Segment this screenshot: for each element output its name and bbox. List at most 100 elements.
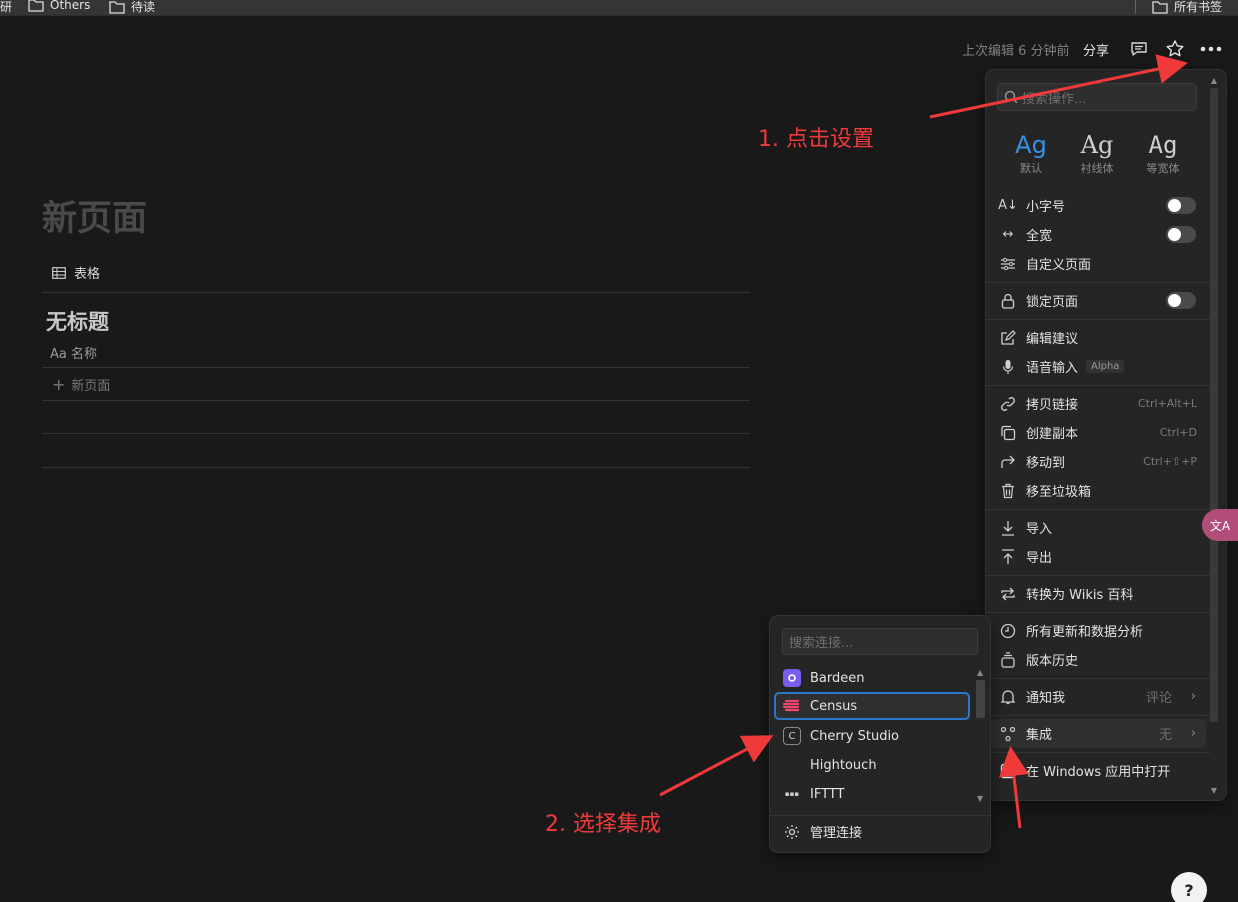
divider: [42, 367, 750, 368]
move-to-item[interactable]: 移动到 Ctrl+⇧+P: [986, 447, 1210, 476]
notion-logo-icon: [998, 761, 1018, 781]
page-title[interactable]: 新页面: [42, 190, 147, 241]
export-item[interactable]: 导出: [986, 542, 1210, 571]
chevron-right-icon: ›: [1190, 689, 1196, 704]
menu-divider: [986, 715, 1210, 716]
notify-me-item[interactable]: 通知我 评论 ›: [986, 682, 1210, 711]
upload-icon: [998, 547, 1018, 567]
lock-page-item[interactable]: 锁定页面: [986, 286, 1210, 315]
more-options-icon[interactable]: [1200, 38, 1222, 60]
small-text-item[interactable]: A↓ 小字号: [986, 191, 1210, 220]
table-view-tab[interactable]: 表格: [52, 263, 100, 282]
page-actions-menu: 搜索操作... Ag 默认 Ag 衬线体 Ag 等宽体 A↓ 小字号 ↔ 全宽 …: [986, 70, 1226, 800]
download-icon: [998, 518, 1018, 538]
connections-icon: [998, 724, 1018, 744]
menu-divider: [986, 385, 1210, 386]
history-stack-icon: [998, 650, 1018, 670]
link-icon: [998, 394, 1018, 414]
connection-item-census[interactable]: Census: [774, 692, 970, 720]
submenu-scrollbar[interactable]: [976, 680, 985, 718]
redirect-arrow-icon: [998, 452, 1018, 472]
bookmark-partial[interactable]: 研: [0, 0, 12, 15]
font-size-icon: A↓: [998, 198, 1018, 213]
menu-divider: [986, 678, 1210, 679]
connection-item-ifttt[interactable]: ▪▪▪ IFTTT: [774, 780, 970, 808]
lock-icon: [998, 291, 1018, 311]
cherry-studio-logo-icon: C: [783, 727, 801, 745]
updates-analytics-item[interactable]: 所有更新和数据分析: [986, 616, 1210, 645]
submenu-divider: [770, 815, 990, 816]
full-width-item[interactable]: ↔ 全宽: [986, 220, 1210, 249]
small-text-toggle[interactable]: [1166, 197, 1196, 214]
copy-link-item[interactable]: 拷贝链接 Ctrl+Alt+L: [986, 389, 1210, 418]
menu-divider: [986, 752, 1210, 753]
folder-icon: [109, 0, 125, 14]
bell-icon: [998, 687, 1018, 707]
convert-icon: [998, 584, 1018, 604]
folder-icon: [1152, 0, 1168, 14]
ifttt-logo-icon: ▪▪▪: [784, 790, 800, 798]
full-width-toggle[interactable]: [1166, 226, 1196, 243]
last-edited-label: 上次编辑 6 分钟前: [962, 44, 1070, 59]
hightouch-logo-icon: [783, 756, 801, 774]
divider: [42, 467, 750, 468]
bookmark-folder-others[interactable]: Others: [28, 0, 90, 12]
import-item[interactable]: 导入: [986, 513, 1210, 542]
folder-icon: [28, 0, 44, 12]
database-title[interactable]: 无标题: [46, 306, 109, 336]
font-mono-option[interactable]: Ag 等宽体: [1133, 130, 1193, 176]
chevron-right-icon: ›: [1190, 726, 1196, 741]
translate-icon[interactable]: 文A: [1202, 509, 1238, 541]
trash-icon: [998, 481, 1018, 501]
bookmark-folder-toread[interactable]: 待读: [109, 0, 155, 15]
census-logo-icon: [783, 697, 801, 715]
connections-item[interactable]: 集成 无 ›: [990, 719, 1206, 748]
duplicate-item[interactable]: 创建副本 Ctrl+D: [986, 418, 1210, 447]
menu-divider: [986, 319, 1210, 320]
new-page-row[interactable]: + 新页面: [52, 375, 110, 394]
divider: [42, 433, 750, 434]
customize-page-item[interactable]: 自定义页面: [986, 249, 1210, 278]
bardeen-logo-icon: [783, 669, 801, 687]
divider: [42, 292, 750, 293]
sliders-icon: [998, 254, 1018, 274]
scroll-down-icon[interactable]: ▼: [1211, 786, 1217, 795]
help-icon[interactable]: ?: [1171, 872, 1207, 902]
share-button[interactable]: 分享: [1083, 40, 1109, 59]
convert-to-wiki-item[interactable]: 转换为 Wikis 百科: [986, 579, 1210, 608]
connections-search-input[interactable]: 搜索连接...: [782, 628, 978, 655]
scroll-up-icon[interactable]: ▲: [977, 668, 983, 677]
voice-input-item[interactable]: 语音输入 Alpha: [986, 352, 1210, 381]
menu-search-input[interactable]: 搜索操作...: [997, 83, 1197, 111]
search-icon: [1004, 90, 1018, 104]
bookmarks-bar: 研 Others 待读 所有书签: [0, 0, 1238, 16]
arrows-horizontal-icon: ↔: [1002, 227, 1014, 242]
menu-scrollbar[interactable]: [1210, 88, 1218, 722]
microphone-icon: [998, 357, 1018, 377]
menu-divider: [986, 575, 1210, 576]
connection-item-bardeen[interactable]: Bardeen: [774, 664, 970, 692]
manage-connections-button[interactable]: 管理连接: [784, 822, 862, 841]
plus-icon: +: [52, 375, 66, 394]
bookmark-folder-all[interactable]: 所有书签: [1152, 0, 1222, 15]
comments-icon[interactable]: [1128, 38, 1150, 60]
suggest-edits-item[interactable]: 编辑建议: [986, 323, 1210, 352]
annotation-step2: 2. 选择集成: [545, 812, 661, 837]
edit-icon: [998, 328, 1018, 348]
font-serif-option[interactable]: Ag 衬线体: [1067, 130, 1127, 176]
version-history-item[interactable]: 版本历史: [986, 645, 1210, 674]
alpha-badge: Alpha: [1086, 360, 1125, 373]
scroll-up-icon[interactable]: ▲: [1211, 76, 1217, 85]
font-default-option[interactable]: Ag 默认: [1001, 130, 1061, 176]
lock-page-toggle[interactable]: [1166, 292, 1196, 309]
star-icon[interactable]: [1164, 38, 1186, 60]
scroll-down-icon[interactable]: ▼: [977, 794, 983, 803]
table-icon: [52, 266, 66, 279]
connection-item-hightouch[interactable]: Hightouch: [774, 751, 970, 779]
open-in-windows-app-item[interactable]: 在 Windows 应用中打开: [986, 756, 1210, 785]
divider: [42, 400, 750, 401]
annotation-step1: 1. 点击设置: [758, 127, 874, 152]
connection-item-cherry-studio[interactable]: C Cherry Studio: [774, 722, 970, 750]
move-to-trash-item[interactable]: 移至垃圾箱: [986, 476, 1210, 505]
column-header-name[interactable]: Aa 名称: [50, 343, 97, 362]
